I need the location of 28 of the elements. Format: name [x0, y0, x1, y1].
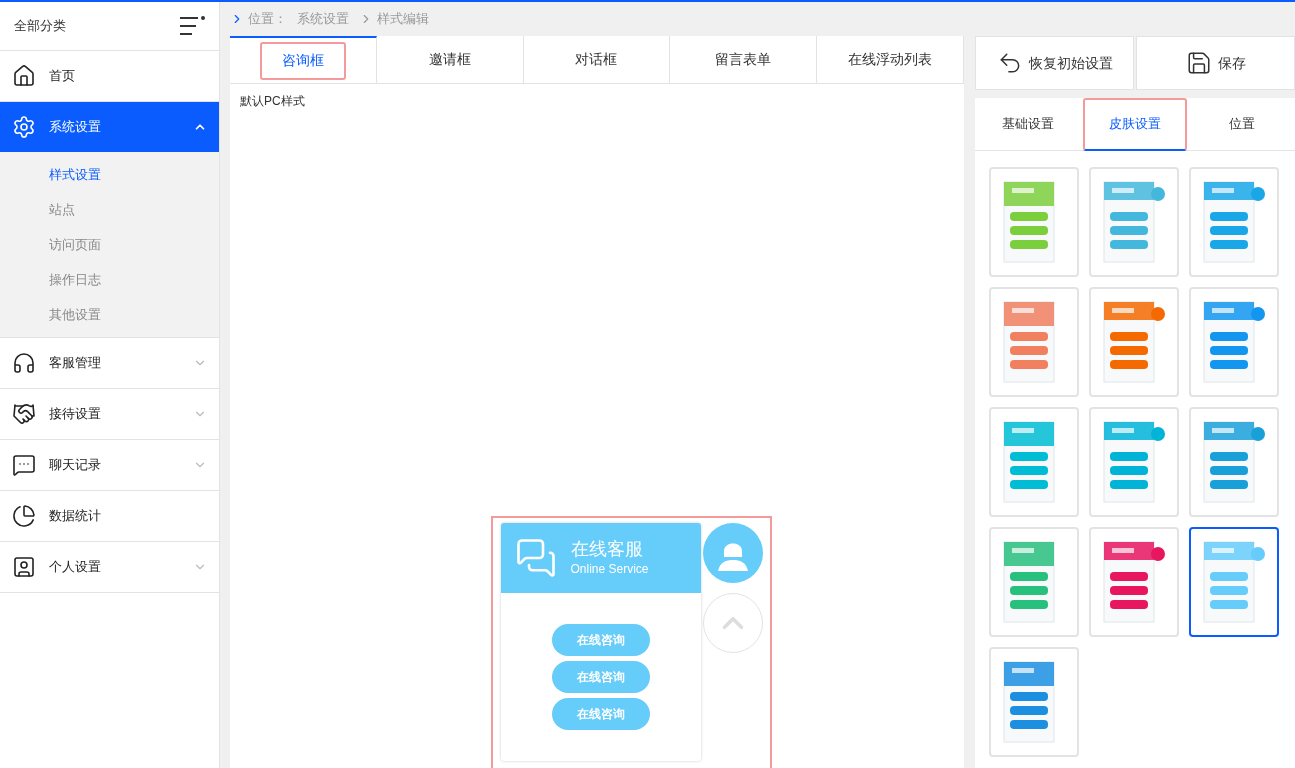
- tab[interactable]: 邀请框: [408, 40, 491, 79]
- handshake-icon: [12, 402, 36, 426]
- chat-bubbles-icon: [514, 537, 557, 579]
- tab[interactable]: 留言表单: [695, 40, 792, 79]
- gear-icon: [12, 115, 36, 139]
- headset-icon: [12, 351, 36, 375]
- submenu-item[interactable]: 样式设置: [0, 157, 219, 192]
- menu-icon[interactable]: [179, 16, 205, 36]
- tab[interactable]: 基础设置: [978, 97, 1079, 151]
- preview-caption: 默认PC样式: [240, 93, 306, 110]
- pie-chart-icon: [12, 504, 36, 528]
- user-card-icon: [12, 555, 36, 579]
- action-button[interactable]: 保存: [1136, 36, 1295, 90]
- card-subtitle: Online Service: [570, 561, 649, 578]
- breadcrumb-item: 位置：: [248, 10, 287, 29]
- tab[interactable]: 在线浮动列表: [828, 40, 953, 79]
- nav-item[interactable]: 系统设置: [0, 102, 219, 152]
- chat-icon: [12, 453, 36, 477]
- card-title: 在线客服: [570, 538, 644, 560]
- tab[interactable]: 咨询框: [259, 41, 346, 80]
- save-icon: [1185, 50, 1212, 76]
- tab[interactable]: 对话框: [555, 40, 638, 79]
- tab[interactable]: 皮肤设置: [1083, 97, 1187, 151]
- home-icon: [12, 64, 36, 88]
- action-button[interactable]: 恢复初始设置: [975, 36, 1134, 90]
- tab[interactable]: 位置: [1204, 97, 1279, 151]
- sidebar-title: 全部分类: [14, 17, 66, 36]
- skin-option[interactable]: [1189, 527, 1279, 637]
